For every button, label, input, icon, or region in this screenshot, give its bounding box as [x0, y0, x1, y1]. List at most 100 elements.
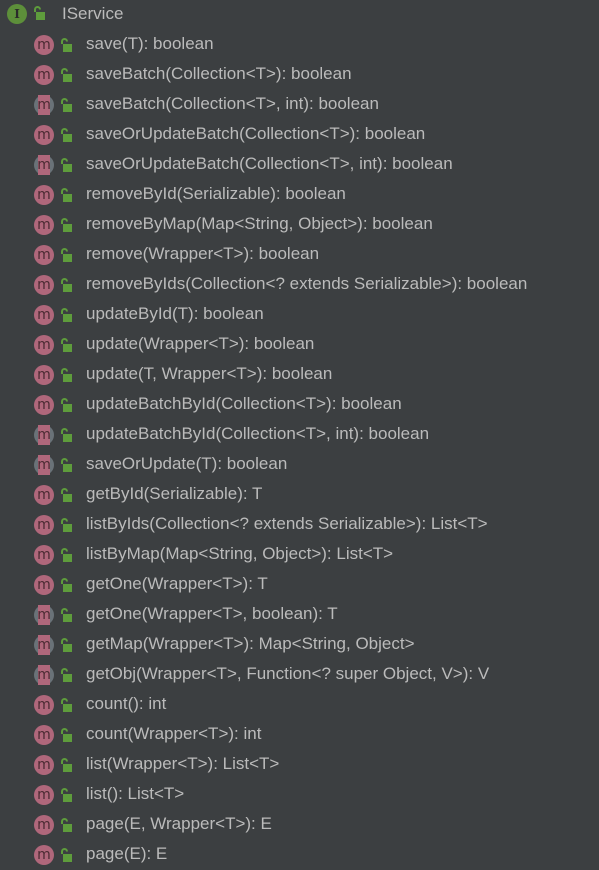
public-unlock-icon — [61, 68, 72, 82]
method-signature: removeById(Serializable): boolean — [86, 184, 346, 203]
method-signature: saveBatch(Collection<T>, int): boolean — [86, 94, 379, 113]
method-icon: m — [34, 695, 54, 715]
interface-name: IService — [62, 4, 124, 23]
method-item[interactable]: m listByMap(Map<String, Object>): List<T> — [0, 540, 599, 570]
method-icon: m — [34, 725, 54, 745]
public-unlock-icon — [61, 758, 72, 772]
method-signature: update(Wrapper<T>): boolean — [86, 334, 315, 353]
method-icon: m — [34, 575, 54, 595]
method-item[interactable]: m page(E, Wrapper<T>): E — [0, 810, 599, 840]
method-item[interactable]: m list(Wrapper<T>): List<T> — [0, 750, 599, 780]
method-signature: getOne(Wrapper<T>, boolean): T — [86, 604, 338, 623]
default-method-icon: m — [34, 605, 54, 625]
method-item[interactable]: m getMap(Wrapper<T>): Map<String, Object> — [0, 630, 599, 660]
method-item[interactable]: m saveOrUpdate(T): boolean — [0, 450, 599, 480]
method-signature: updateBatchById(Collection<T>, int): boo… — [86, 424, 430, 443]
default-method-icon: m — [34, 635, 54, 655]
method-item[interactable]: m removeByIds(Collection<? extends Serial… — [0, 270, 599, 300]
method-icon: m — [34, 125, 54, 145]
method-item[interactable]: m list(): List<T> — [0, 780, 599, 810]
method-signature: getObj(Wrapper<T>, Function<? super Obje… — [86, 664, 490, 683]
method-signature: remove(Wrapper<T>): boolean — [86, 244, 320, 263]
method-item[interactable]: m page(E): E — [0, 840, 599, 870]
method-signature: save(T): boolean — [86, 34, 214, 53]
method-signature: getOne(Wrapper<T>): T — [86, 574, 268, 593]
method-icon: m — [34, 245, 54, 265]
method-signature: getMap(Wrapper<T>): Map<String, Object> — [86, 634, 415, 653]
method-icon: m — [34, 545, 54, 565]
method-item[interactable]: m save(T): boolean — [0, 30, 599, 60]
public-unlock-icon — [61, 248, 72, 262]
method-item[interactable]: m getById(Serializable): T — [0, 480, 599, 510]
method-signature: listByIds(Collection<? extends Serializa… — [86, 514, 488, 533]
default-method-icon: m — [34, 95, 54, 115]
public-unlock-icon — [61, 188, 72, 202]
method-icon: m — [34, 815, 54, 835]
method-item[interactable]: m remove(Wrapper<T>): boolean — [0, 240, 599, 270]
method-item[interactable]: m count(Wrapper<T>): int — [0, 720, 599, 750]
method-icon: m — [34, 785, 54, 805]
method-item[interactable]: m saveOrUpdateBatch(Collection<T>): boole… — [0, 120, 599, 150]
method-signature: removeByIds(Collection<? extends Seriali… — [86, 274, 528, 293]
public-unlock-icon — [61, 38, 72, 52]
method-item[interactable]: m updateBatchById(Collection<T>): boolean — [0, 390, 599, 420]
method-item[interactable]: m update(T, Wrapper<T>): boolean — [0, 360, 599, 390]
default-method-icon: m — [34, 455, 54, 475]
public-unlock-icon — [61, 848, 72, 862]
public-unlock-icon — [61, 518, 72, 532]
public-unlock-icon — [61, 218, 72, 232]
method-item[interactable]: m saveBatch(Collection<T>, int): boolean — [0, 90, 599, 120]
public-unlock-icon — [61, 788, 72, 802]
method-signature: removeByMap(Map<String, Object>): boolea… — [86, 214, 433, 233]
method-item[interactable]: m removeById(Serializable): boolean — [0, 180, 599, 210]
public-unlock-icon — [61, 428, 72, 442]
method-signature: saveOrUpdateBatch(Collection<T>): boolea… — [86, 124, 426, 143]
default-method-icon: m — [34, 665, 54, 685]
method-signature: count(): int — [86, 694, 167, 713]
method-icon: m — [34, 65, 54, 85]
method-icon: m — [34, 515, 54, 535]
method-item[interactable]: m getOne(Wrapper<T>, boolean): T — [0, 600, 599, 630]
method-icon: m — [34, 215, 54, 235]
method-icon: m — [34, 755, 54, 775]
method-item[interactable]: m updateById(T): boolean — [0, 300, 599, 330]
method-item[interactable]: m getOne(Wrapper<T>): T — [0, 570, 599, 600]
tree-node-iservice[interactable]: I IService — [0, 0, 599, 30]
method-signature: list(Wrapper<T>): List<T> — [86, 754, 280, 773]
method-signature: getById(Serializable): T — [86, 484, 263, 503]
public-unlock-icon — [61, 668, 72, 682]
public-unlock-icon — [61, 128, 72, 142]
public-unlock-icon — [61, 98, 72, 112]
method-icon: m — [34, 395, 54, 415]
method-item[interactable]: m count(): int — [0, 690, 599, 720]
method-signature: page(E, Wrapper<T>): E — [86, 814, 272, 833]
method-item[interactable]: m getObj(Wrapper<T>, Function<? super Obj… — [0, 660, 599, 690]
method-signature: saveOrUpdate(T): boolean — [86, 454, 288, 473]
method-signature: saveBatch(Collection<T>): boolean — [86, 64, 352, 83]
method-icon: m — [34, 845, 54, 865]
method-item[interactable]: m listByIds(Collection<? extends Serializ… — [0, 510, 599, 540]
public-unlock-icon — [61, 398, 72, 412]
public-unlock-icon — [61, 158, 72, 172]
default-method-icon: m — [34, 425, 54, 445]
public-unlock-icon — [61, 728, 72, 742]
public-unlock-icon — [61, 818, 72, 832]
public-unlock-icon — [61, 578, 72, 592]
method-item[interactable]: m saveOrUpdateBatch(Collection<T>, int): … — [0, 150, 599, 180]
method-icon: m — [34, 305, 54, 325]
method-item[interactable]: m removeByMap(Map<String, Object>): boole… — [0, 210, 599, 240]
public-unlock-icon — [61, 548, 72, 562]
method-signature: listByMap(Map<String, Object>): List<T> — [86, 544, 394, 563]
method-item[interactable]: m updateBatchById(Collection<T>, int): bo… — [0, 420, 599, 450]
method-item[interactable]: m update(Wrapper<T>): boolean — [0, 330, 599, 360]
method-icon: m — [34, 185, 54, 205]
default-method-icon: m — [34, 155, 54, 175]
public-unlock-icon — [61, 638, 72, 652]
public-unlock-icon — [61, 698, 72, 712]
structure-tree: I IService m save(T): boolean m saveBatch(C… — [0, 0, 599, 870]
method-item[interactable]: m saveBatch(Collection<T>): boolean — [0, 60, 599, 90]
method-signature: page(E): E — [86, 844, 168, 863]
method-icon: m — [34, 335, 54, 355]
public-unlock-icon — [61, 278, 72, 292]
public-unlock-icon — [61, 488, 72, 502]
